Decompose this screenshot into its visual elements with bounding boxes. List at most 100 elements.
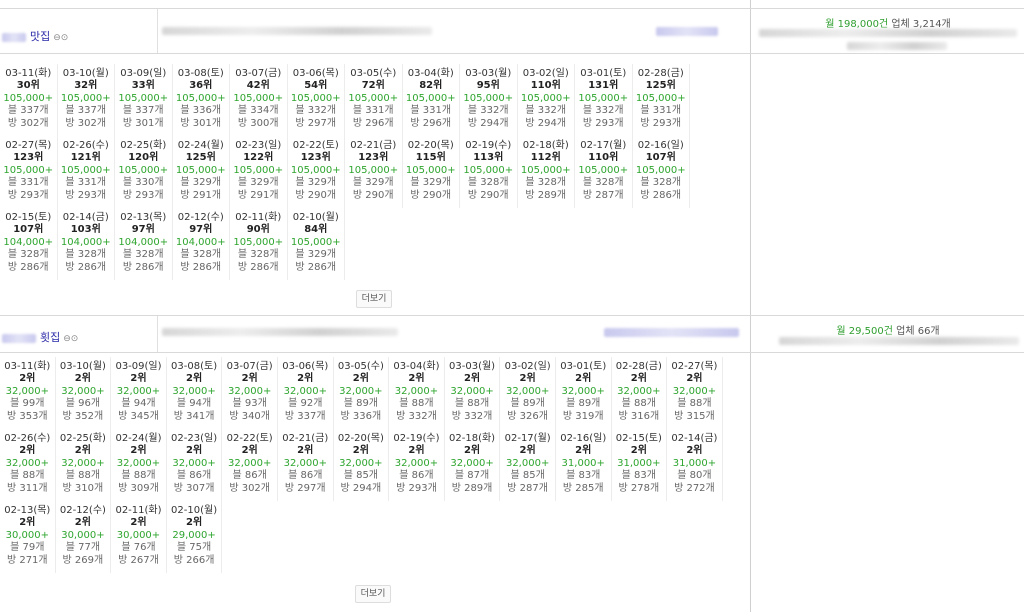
day-price: 32,000+ [116, 385, 161, 397]
bang-count: 방 293개 [65, 189, 107, 201]
bang-count: 방 301개 [122, 117, 164, 129]
day-cell: 02-25(화) 2위 32,000+ 블 88개 방 310개 [56, 429, 112, 501]
day-cell: 03-07(금) 2위 32,000+ 블 93개 방 340개 [222, 357, 278, 429]
day-price: 105,000+ [635, 164, 686, 176]
day-date: 02-20(목) [407, 140, 454, 151]
day-rank: 113위 [473, 152, 504, 164]
day-date: 02-28(금) [637, 68, 684, 79]
day-rank: 72위 [361, 80, 385, 92]
blog-count: 블 329개 [295, 177, 337, 189]
toggle-icons[interactable]: ⊖⊙ [63, 334, 78, 344]
day-date: 02-22(토) [226, 433, 273, 444]
day-price: 105,000+ [290, 164, 341, 176]
keyword-link[interactable]: 횟집 [40, 331, 60, 344]
bang-count: 방 296개 [352, 117, 394, 129]
blog-count: 블 85개 [343, 470, 379, 482]
redacted-link [656, 27, 718, 36]
blog-count: 블 86개 [176, 470, 212, 482]
day-date: 03-09(일) [120, 68, 167, 79]
redacted-text [162, 27, 432, 35]
redacted-description [157, 316, 748, 352]
day-rank: 2위 [575, 445, 592, 457]
blog-count: 블 75개 [176, 542, 212, 554]
day-price: 105,000+ [578, 92, 629, 104]
blog-count: 블 87개 [454, 470, 490, 482]
blog-count: 블 89개 [566, 398, 601, 410]
day-rank: 2위 [297, 373, 314, 385]
day-cell: 03-10(월) 2위 32,000+ 블 96개 방 352개 [56, 357, 112, 429]
day-cell: 02-20(목) 2위 32,000+ 블 85개 방 294개 [334, 429, 390, 501]
blog-count: 블 329개 [295, 249, 337, 261]
day-date: 02-12(수) [59, 505, 106, 516]
monthly-stats: 월 198,000건 업체 3,214개 [751, 15, 1024, 30]
bang-count: 방 287개 [507, 482, 548, 494]
blog-count: 블 332개 [582, 105, 624, 117]
bang-count: 방 267개 [118, 554, 159, 566]
day-rank: 2위 [686, 445, 703, 457]
day-rank: 2위 [130, 517, 147, 529]
day-cell: 03-06(목) 2위 32,000+ 블 92개 방 337개 [278, 357, 334, 429]
blog-count: 블 92개 [288, 398, 323, 410]
day-price: 31,000+ [672, 457, 717, 469]
blog-count: 블 331개 [7, 177, 49, 189]
day-rank: 2위 [74, 517, 91, 529]
day-rank: 33위 [131, 80, 155, 92]
bang-count: 방 285개 [562, 482, 604, 494]
day-cell: 03-03(월) 95위 105,000+ 블 332개 방 294개 [460, 64, 518, 136]
day-cell: 03-05(수) 2위 32,000+ 블 89개 방 336개 [334, 357, 390, 429]
bang-count: 방 316개 [618, 410, 660, 422]
bang-count: 방 290개 [295, 189, 337, 201]
blog-count: 블 86개 [399, 470, 434, 482]
day-price: 32,000+ [227, 385, 272, 397]
day-date: 02-19(수) [393, 433, 440, 444]
day-date: 03-07(금) [226, 361, 273, 372]
blog-count: 블 76개 [121, 542, 156, 554]
day-rank: 112위 [530, 152, 561, 164]
day-rank: 2위 [630, 373, 647, 385]
day-date: 03-01(토) [560, 361, 607, 372]
more-button[interactable]: 더보기 [355, 585, 391, 603]
blog-count: 블 88개 [454, 398, 490, 410]
day-cell: 03-08(토) 36위 105,000+ 블 336개 방 301개 [173, 64, 230, 136]
redacted-description [157, 9, 748, 53]
blog-count: 블 328개 [180, 249, 222, 261]
day-cell: 03-06(목) 54위 105,000+ 블 332개 방 297개 [288, 64, 345, 136]
keyword-link[interactable]: 맛집 [30, 30, 50, 43]
redacted-text [162, 328, 398, 336]
day-cell: 02-13(목) 97위 104,000+ 블 328개 방 286개 [115, 208, 173, 280]
more-button[interactable]: 더보기 [356, 290, 392, 308]
day-date: 02-21(금) [350, 140, 397, 151]
day-cell: 02-13(목) 2위 30,000+ 블 79개 방 271개 [0, 501, 56, 573]
day-cell: 02-23(일) 2위 32,000+ 블 86개 방 307개 [167, 429, 223, 501]
day-date: 02-11(화) [115, 505, 162, 516]
day-date: 03-04(화) [407, 68, 454, 79]
day-rank: 2위 [241, 445, 258, 457]
bang-count: 방 340개 [229, 410, 270, 422]
day-price: 105,000+ [463, 92, 514, 104]
day-price: 104,000+ [3, 236, 54, 248]
bang-count: 방 341개 [173, 410, 215, 422]
day-date: 02-15(토) [615, 433, 662, 444]
blog-count: 블 337개 [65, 105, 107, 117]
day-cell: 03-09(일) 33위 105,000+ 블 337개 방 301개 [115, 64, 173, 136]
day-rank: 107위 [645, 152, 676, 164]
day-rank: 103위 [70, 224, 101, 236]
day-price: 32,000+ [5, 385, 49, 397]
day-cell: 02-16(일) 107위 105,000+ 블 328개 방 286개 [633, 136, 690, 208]
redacted-region-name [2, 32, 26, 42]
bang-count: 방 289개 [525, 189, 567, 201]
day-rank: 2위 [185, 517, 203, 529]
bang-count: 방 301개 [180, 117, 222, 129]
bang-count: 방 332개 [396, 410, 437, 422]
day-date: 02-24(월) [115, 433, 162, 444]
blog-count: 블 329개 [410, 177, 452, 189]
day-date: 03-06(목) [292, 68, 339, 79]
day-cell: 02-18(화) 2위 32,000+ 블 87개 방 289개 [445, 429, 501, 501]
day-date: 03-05(수) [337, 361, 384, 372]
toggle-icons[interactable]: ⊖⊙ [53, 33, 68, 43]
day-cell: 02-26(수) 121위 105,000+ 블 331개 방 293개 [58, 136, 115, 208]
day-date: 02-25(화) [59, 433, 106, 444]
day-cell: 03-02(일) 2위 32,000+ 블 89개 방 326개 [500, 357, 556, 429]
bang-count: 방 310개 [62, 482, 104, 494]
day-date: 03-02(일) [522, 68, 569, 79]
